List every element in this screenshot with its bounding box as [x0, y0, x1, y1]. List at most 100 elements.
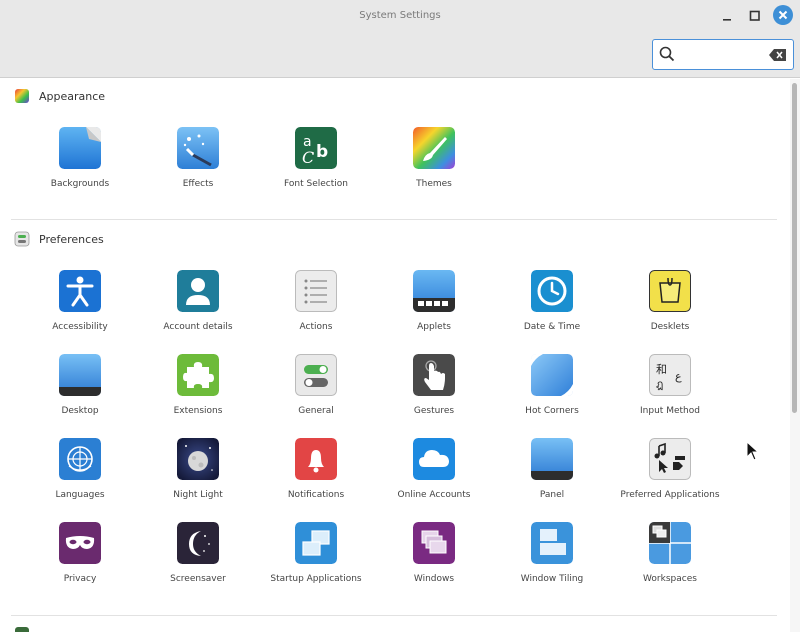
search-icon	[659, 46, 675, 62]
section-divider	[11, 615, 777, 616]
settings-item-label: Desklets	[650, 322, 690, 332]
settings-item-label: Font Selection	[284, 179, 348, 189]
settings-item-label: Startup Applications	[270, 574, 362, 584]
settings-item-label: Gestures	[413, 406, 455, 416]
settings-item-windows[interactable]: Windows	[375, 522, 493, 602]
section-header-preferences: Preferences	[14, 230, 104, 248]
settings-item-label: Effects	[182, 179, 214, 189]
cloud-icon	[413, 438, 455, 480]
settings-item-label: Desktop	[61, 406, 99, 416]
workspaces-icon	[649, 522, 691, 564]
settings-item-label: Hot Corners	[525, 406, 579, 416]
settings-item-workspaces[interactable]: Workspaces	[611, 522, 729, 602]
settings-item-panel[interactable]: Panel	[493, 438, 611, 518]
settings-item-label: Input Method	[640, 406, 700, 416]
settings-item-accessibility[interactable]: Accessibility	[21, 270, 139, 350]
backgrounds-icon	[59, 127, 101, 169]
mouse-cursor-icon	[746, 441, 760, 461]
settings-item-languages[interactable]: Languages	[21, 438, 139, 518]
settings-item-window-tiling[interactable]: Window Tiling	[493, 522, 611, 602]
bell-icon	[295, 438, 337, 480]
settings-item-effects[interactable]: Effects	[139, 127, 257, 207]
clear-search-icon[interactable]	[769, 48, 787, 62]
settings-item-label: Night Light	[173, 490, 223, 500]
window-tiling-icon	[531, 522, 573, 564]
settings-item-label: Applets	[417, 322, 451, 332]
section-divider	[11, 219, 777, 220]
settings-item-applets[interactable]: Applets	[375, 270, 493, 350]
settings-item-privacy[interactable]: Privacy	[21, 522, 139, 602]
settings-item-notifications[interactable]: Notifications	[257, 438, 375, 518]
font-selection-icon: aCb	[295, 127, 337, 169]
accessibility-icon	[59, 270, 101, 312]
settings-item-online-accounts[interactable]: Online Accounts	[375, 438, 493, 518]
settings-item-label: Workspaces	[643, 574, 697, 584]
screensaver-icon	[177, 522, 219, 564]
mask-icon	[59, 522, 101, 564]
settings-item-gestures[interactable]: Gestures	[375, 354, 493, 434]
settings-item-startup-applications[interactable]: Startup Applications	[257, 522, 375, 602]
section-header-next	[14, 625, 39, 632]
settings-item-night-light[interactable]: Night Light	[139, 438, 257, 518]
settings-item-input-method[interactable]: 和ฎع Input Method	[611, 354, 729, 434]
toggle-icon	[295, 354, 337, 396]
svg-text:b: b	[316, 142, 328, 162]
settings-item-desklets[interactable]: Desklets	[611, 270, 729, 350]
settings-item-label: Account details	[163, 322, 233, 332]
settings-item-screensaver[interactable]: Screensaver	[139, 522, 257, 602]
settings-item-general[interactable]: General	[257, 354, 375, 434]
desktop-icon	[59, 354, 101, 396]
settings-item-label: Accessibility	[52, 322, 108, 332]
settings-item-label: Preferred Applications	[620, 490, 720, 500]
settings-item-hot-corners[interactable]: Hot Corners	[493, 354, 611, 434]
settings-item-date-time[interactable]: Date & Time	[493, 270, 611, 350]
appearance-icon	[15, 89, 29, 103]
minimize-icon	[723, 19, 731, 21]
settings-item-label: Panel	[539, 490, 565, 500]
settings-item-label: General	[298, 406, 334, 416]
close-button[interactable]	[773, 5, 793, 25]
settings-item-themes[interactable]: Themes	[375, 127, 493, 207]
input-method-icon: 和ฎع	[649, 354, 691, 396]
svg-text:和: 和	[656, 363, 667, 376]
hot-corners-icon	[531, 354, 573, 396]
settings-item-label: Privacy	[63, 574, 97, 584]
settings-item-label: Date & Time	[523, 322, 581, 332]
scrollbar[interactable]	[790, 79, 800, 632]
preferred-apps-icon	[649, 438, 691, 480]
settings-item-actions[interactable]: Actions	[257, 270, 375, 350]
svg-text:ฎ: ฎ	[656, 378, 663, 391]
svg-text:C: C	[302, 148, 314, 167]
settings-item-label: Notifications	[287, 490, 345, 500]
actions-icon	[295, 270, 337, 312]
scrollbar-thumb[interactable]	[792, 83, 797, 413]
title-bar: System Settings	[0, 0, 800, 78]
window-title: System Settings	[359, 10, 441, 21]
settings-item-label: Actions	[299, 322, 333, 332]
maximize-button[interactable]	[745, 6, 765, 26]
minimize-button[interactable]	[717, 6, 737, 26]
panel-icon	[531, 438, 573, 480]
settings-item-label: Languages	[55, 490, 105, 500]
settings-item-label: Window Tiling	[520, 574, 584, 584]
settings-item-account-details[interactable]: Account details	[139, 270, 257, 350]
settings-item-backgrounds[interactable]: Backgrounds	[21, 127, 139, 207]
svg-text:ع: ع	[675, 370, 682, 383]
settings-item-label: Themes	[416, 179, 452, 189]
hardware-icon	[15, 627, 29, 632]
maximize-icon	[749, 10, 760, 21]
preferences-icon	[14, 231, 30, 247]
globe-icon	[59, 438, 101, 480]
search-input[interactable]	[679, 46, 763, 64]
settings-item-label: Backgrounds	[50, 179, 110, 189]
search-box[interactable]	[652, 39, 794, 70]
moon-icon	[177, 438, 219, 480]
settings-item-label: Extensions	[173, 406, 223, 416]
settings-item-font-selection[interactable]: aCb Font Selection	[257, 127, 375, 207]
settings-item-label: Screensaver	[170, 574, 226, 584]
themes-icon	[413, 127, 455, 169]
settings-item-extensions[interactable]: Extensions	[139, 354, 257, 434]
settings-item-desktop[interactable]: Desktop	[21, 354, 139, 434]
settings-item-preferred-applications[interactable]: Preferred Applications	[611, 438, 729, 518]
puzzle-icon	[177, 354, 219, 396]
